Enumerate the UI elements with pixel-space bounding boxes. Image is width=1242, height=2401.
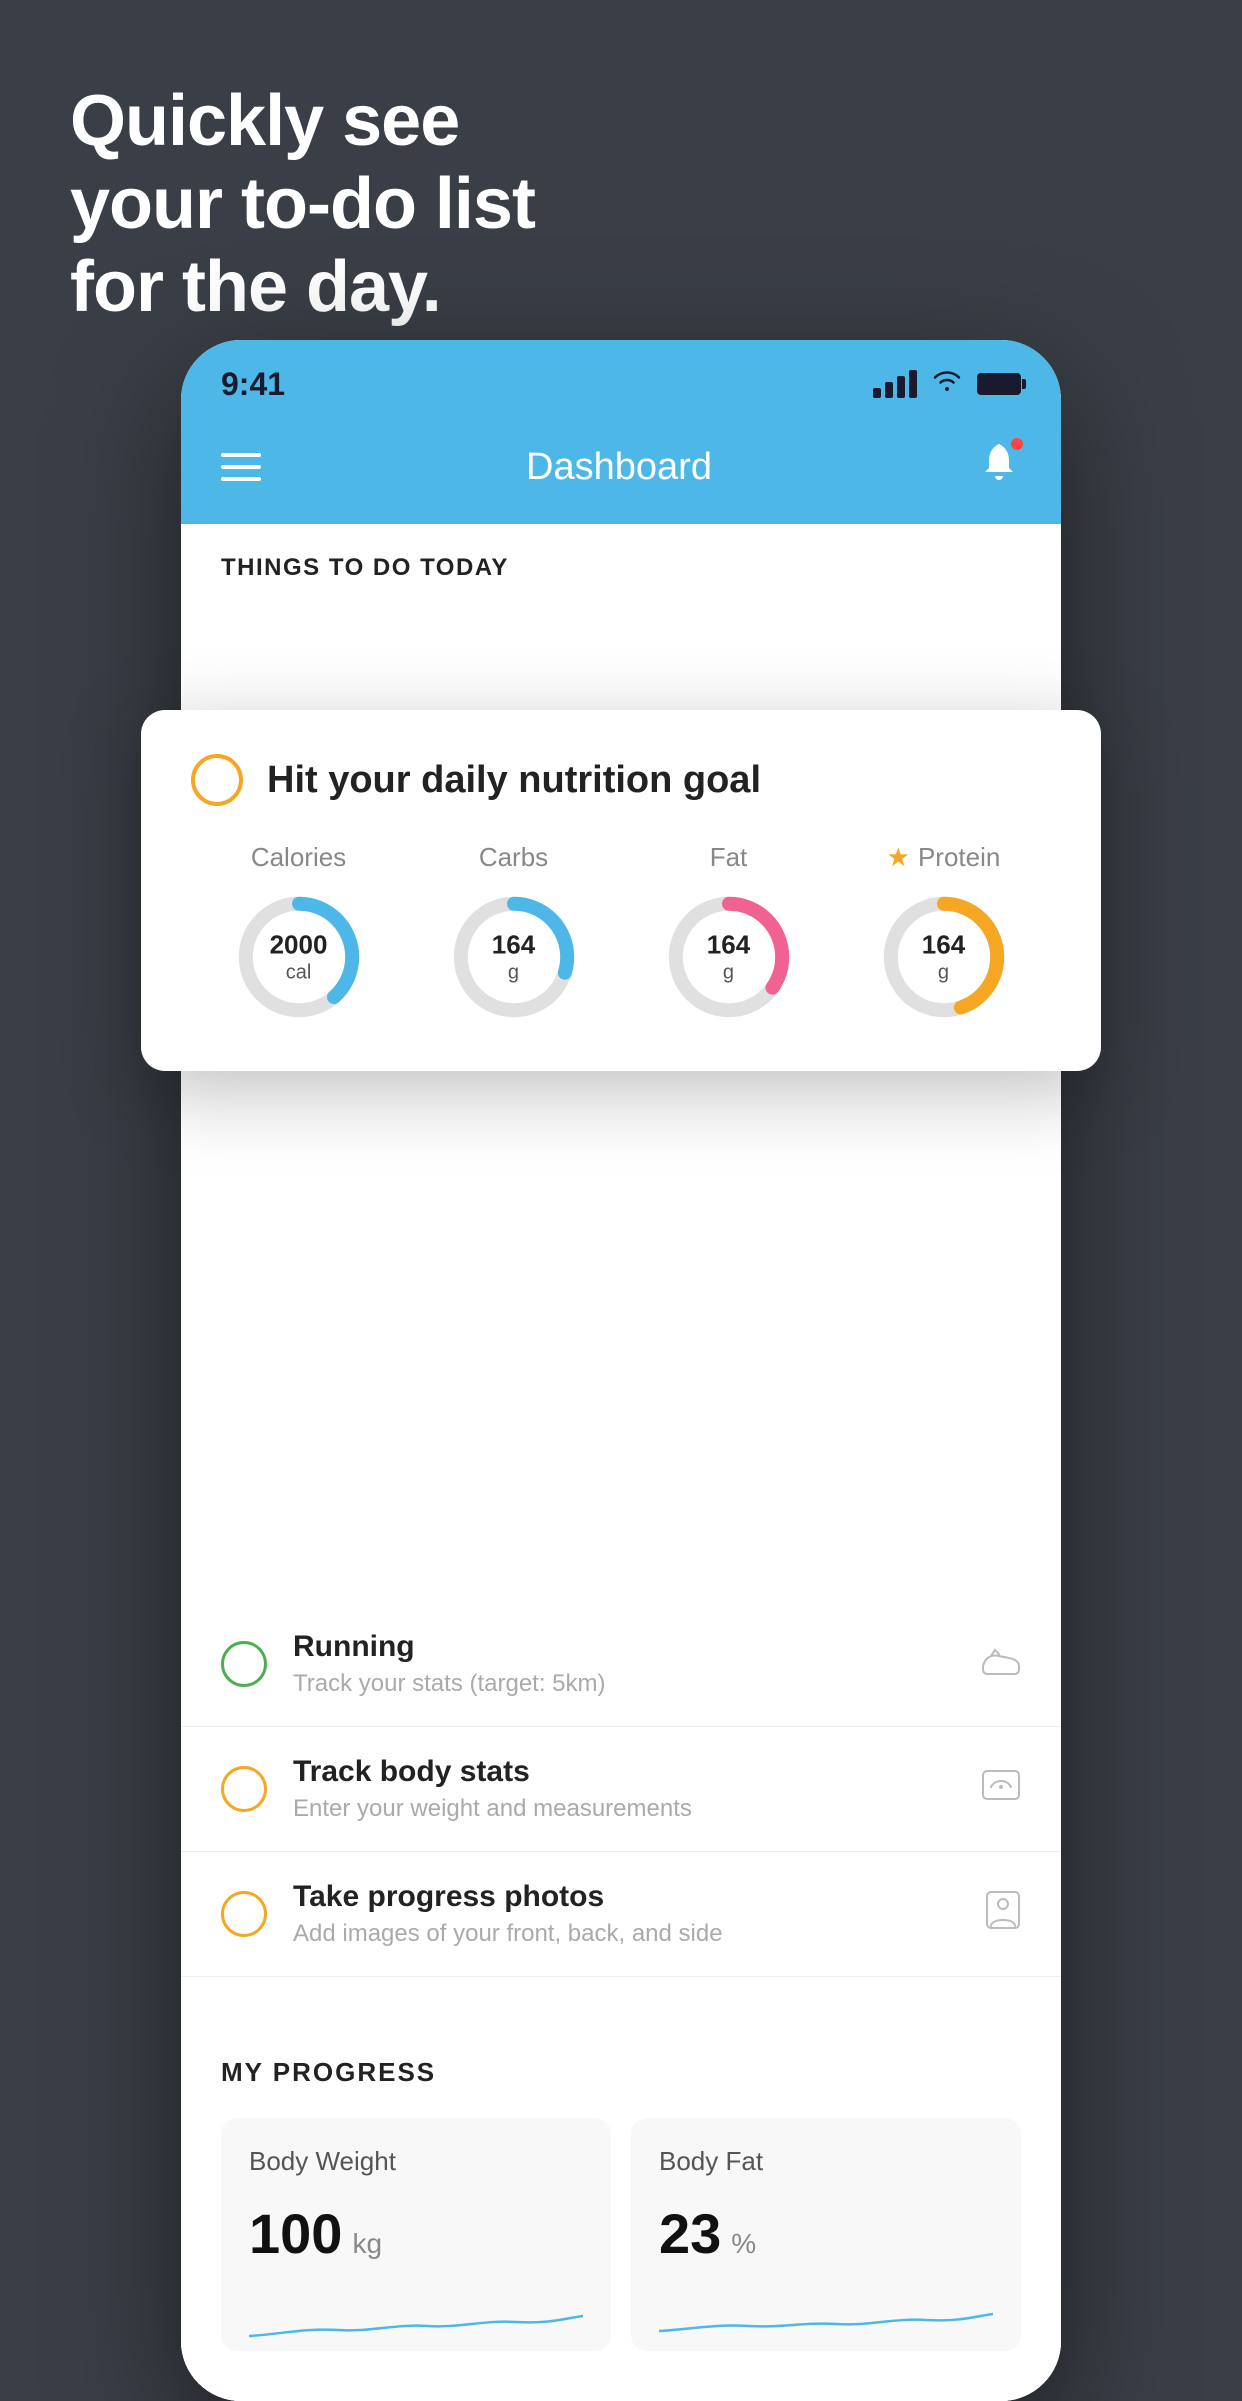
progress-section: MY PROGRESS Body Weight 100 kg <box>181 2017 1061 2401</box>
todo-list: Running Track your stats (target: 5km) <box>181 1602 1061 1977</box>
body-fat-value: 23 <box>659 2201 721 2266</box>
macro-calories: Calories 2000 cal <box>229 842 369 1027</box>
card-title: Hit your daily nutrition goal <box>267 759 761 802</box>
todo-subtitle-progress-photos: Add images of your front, back, and side <box>293 1920 959 1948</box>
macro-fat: Fat 164 g <box>659 842 799 1027</box>
protein-label-row: ★ Protein <box>887 842 1001 873</box>
body-weight-chart <box>249 2286 583 2346</box>
todo-circle-body-stats <box>221 1766 267 1812</box>
donut-text-calories: 2000 cal <box>270 929 328 984</box>
macro-label-calories: Calories <box>251 842 346 873</box>
status-time: 9:41 <box>221 366 285 403</box>
todo-title-running: Running <box>293 1630 955 1664</box>
person-icon <box>985 1890 1021 1939</box>
donut-fat: 164 g <box>659 887 799 1027</box>
donut-text-carbs: 164 g <box>492 929 535 984</box>
body-weight-value: 100 <box>249 2201 342 2266</box>
todo-subtitle-body-stats: Enter your weight and measurements <box>293 1795 955 1823</box>
progress-cards-row: Body Weight 100 kg Body Fat 23 <box>221 2118 1021 2401</box>
hero-line2: your to-do list <box>70 163 535 246</box>
macro-label-fat: Fat <box>710 842 748 873</box>
hamburger-line <box>221 453 261 457</box>
star-icon: ★ <box>887 842 910 873</box>
hero-text: Quickly see your to-do list for the day. <box>70 80 535 328</box>
app-header: Dashboard <box>181 420 1061 524</box>
todo-title-progress-photos: Take progress photos <box>293 1880 959 1914</box>
body-fat-unit: % <box>731 2228 756 2260</box>
body-fat-title: Body Fat <box>659 2146 993 2177</box>
signal-bar-3 <box>897 376 905 398</box>
body-weight-title: Body Weight <box>249 2146 583 2177</box>
donut-carbs: 164 g <box>444 887 584 1027</box>
todo-circle-progress-photos <box>221 1891 267 1937</box>
progress-card-fat[interactable]: Body Fat 23 % <box>631 2118 1021 2351</box>
signal-bar-1 <box>873 388 881 398</box>
signal-bar-4 <box>909 370 917 398</box>
signal-bar-2 <box>885 382 893 398</box>
status-icons <box>873 368 1021 400</box>
nutrition-floating-card: Hit your daily nutrition goal Calories 2… <box>141 710 1101 1071</box>
donut-protein: 164 g <box>874 887 1014 1027</box>
phone-frame: 9:41 <box>181 340 1061 2401</box>
battery-icon <box>977 373 1021 395</box>
todo-title-body-stats: Track body stats <box>293 1755 955 1789</box>
body-fat-chart <box>659 2286 993 2346</box>
body-weight-unit: kg <box>352 2228 382 2260</box>
todo-content-progress-photos: Take progress photos Add images of your … <box>293 1880 959 1948</box>
card-title-row: Hit your daily nutrition goal <box>191 754 1051 806</box>
notification-dot <box>1009 436 1025 452</box>
header-title: Dashboard <box>526 446 712 489</box>
hamburger-line <box>221 477 261 481</box>
status-bar: 9:41 <box>181 340 1061 420</box>
todo-circle-running <box>221 1641 267 1687</box>
section-header: THINGS TO DO TODAY <box>181 524 1061 602</box>
hamburger-menu[interactable] <box>221 453 261 481</box>
donut-calories: 2000 cal <box>229 887 369 1027</box>
hamburger-line <box>221 465 261 469</box>
todo-content-body-stats: Track body stats Enter your weight and m… <box>293 1755 955 1823</box>
todo-subtitle-running: Track your stats (target: 5km) <box>293 1670 955 1698</box>
macro-protein: ★ Protein 164 g <box>874 842 1014 1027</box>
progress-card-weight[interactable]: Body Weight 100 kg <box>221 2118 611 2351</box>
hero-line3: for the day. <box>70 246 535 329</box>
progress-header: MY PROGRESS <box>221 2057 1021 2088</box>
phone-screen: 9:41 <box>181 340 1061 2401</box>
macros-row: Calories 2000 cal Carbs <box>191 842 1051 1027</box>
todo-item-running[interactable]: Running Track your stats (target: 5km) <box>181 1602 1061 1727</box>
shoe-icon <box>981 1643 1021 1685</box>
notification-bell[interactable] <box>977 440 1021 494</box>
wifi-icon <box>931 368 963 400</box>
body-fat-value-row: 23 % <box>659 2201 993 2266</box>
donut-text-fat: 164 g <box>707 929 750 984</box>
body-weight-value-row: 100 kg <box>249 2201 583 2266</box>
macro-carbs: Carbs 164 g <box>444 842 584 1027</box>
macro-label-carbs: Carbs <box>479 842 548 873</box>
card-circle-indicator <box>191 754 243 806</box>
signal-icon <box>873 370 917 398</box>
todo-item-progress-photos[interactable]: Take progress photos Add images of your … <box>181 1852 1061 1977</box>
spacer <box>181 1977 1061 2017</box>
todo-content-running: Running Track your stats (target: 5km) <box>293 1630 955 1698</box>
todo-item-body-stats[interactable]: Track body stats Enter your weight and m… <box>181 1727 1061 1852</box>
donut-text-protein: 164 g <box>922 929 965 984</box>
macro-label-protein: Protein <box>918 842 1000 873</box>
hero-line1: Quickly see <box>70 80 535 163</box>
scale-icon <box>981 1767 1021 1812</box>
